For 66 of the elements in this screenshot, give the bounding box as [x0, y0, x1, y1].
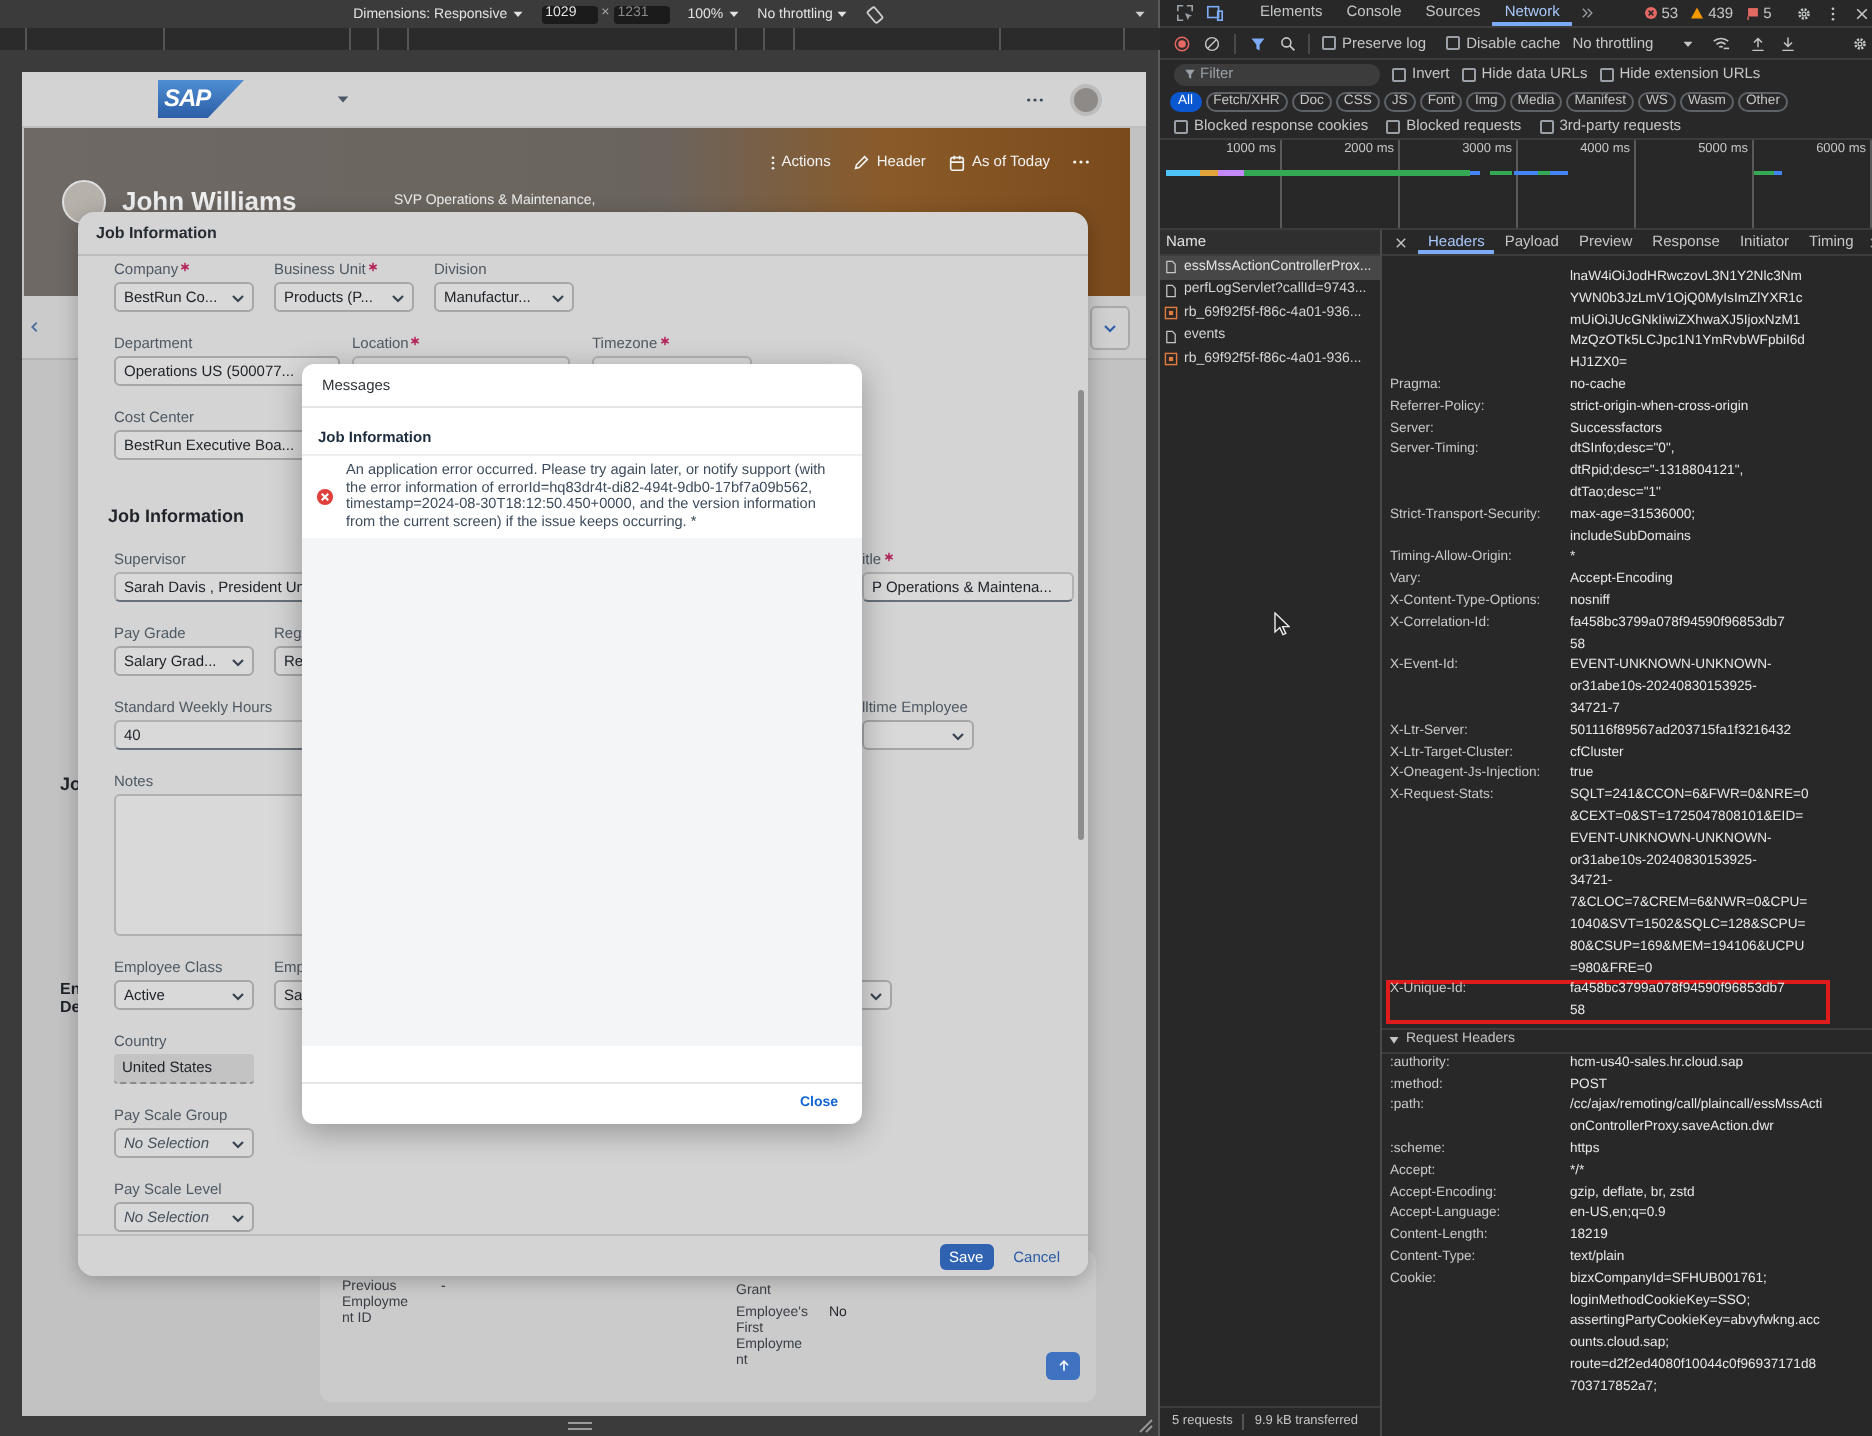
checkbox[interactable] [1539, 119, 1554, 133]
more-icon[interactable] [1026, 95, 1044, 103]
filter-icon [1184, 68, 1196, 80]
settings-icon[interactable] [1795, 5, 1812, 21]
chevron-down-icon [550, 289, 566, 305]
inspect-icon[interactable] [1176, 4, 1194, 22]
chevron-left-icon[interactable] [28, 320, 42, 334]
square-icon [1164, 352, 1178, 367]
caret-icon [836, 8, 849, 20]
chevron-down-icon [1102, 319, 1118, 335]
checkbox[interactable] [1446, 36, 1461, 50]
kebab-icon[interactable] [1829, 5, 1836, 21]
rotate-icon[interactable] [866, 5, 885, 23]
scrollbar-thumb[interactable] [1078, 390, 1084, 840]
chevron-down-icon [230, 1135, 246, 1151]
mouse-cursor-icon [1274, 612, 1290, 636]
caret-icon [727, 8, 740, 20]
section-heading: Job Information [108, 504, 244, 528]
checkbox[interactable] [1392, 67, 1406, 81]
caret-icon [1681, 37, 1694, 49]
download-icon[interactable] [1779, 35, 1796, 51]
filter-icon[interactable] [1250, 35, 1266, 51]
checkbox[interactable] [1599, 67, 1614, 81]
more-icon[interactable] [1072, 158, 1090, 166]
checkbox[interactable] [1461, 67, 1476, 81]
square-icon [1164, 306, 1178, 321]
chevron-down-icon [868, 987, 884, 1003]
resize-corner-icon[interactable] [1138, 1418, 1154, 1434]
flag-icon [1745, 6, 1760, 20]
chevron-down-icon [230, 653, 246, 669]
message-row[interactable] [302, 456, 862, 538]
close-icon[interactable] [1853, 5, 1870, 21]
close-icon[interactable] [1394, 235, 1408, 249]
clear-icon[interactable] [1204, 35, 1220, 51]
sap-logo[interactable]: SAP [158, 80, 244, 118]
dialog-title: Job Information [78, 212, 1088, 256]
more-tabs-icon[interactable] [1579, 6, 1594, 20]
checkbox[interactable] [1322, 36, 1336, 50]
caret-icon [511, 8, 524, 20]
checkbox[interactable] [1386, 119, 1401, 133]
resize-handle-icon[interactable] [567, 1420, 591, 1432]
chevron-down-icon [230, 289, 246, 305]
record-icon[interactable] [1174, 35, 1190, 51]
chevron-down-icon [230, 987, 246, 1003]
network-conditions-icon[interactable] [1711, 34, 1730, 52]
search-icon[interactable] [1280, 35, 1296, 51]
caret-icon[interactable] [336, 92, 350, 106]
employee-name: John Williams [122, 188, 299, 216]
error-icon [1643, 6, 1658, 20]
arrow-up-icon [1055, 1358, 1071, 1374]
caret-icon[interactable] [1134, 8, 1146, 20]
settings-icon[interactable] [1851, 35, 1868, 51]
chevron-down-icon [950, 727, 966, 743]
error-icon [316, 487, 334, 506]
pencil-icon [852, 153, 871, 171]
calendar-icon [947, 153, 966, 171]
checkbox[interactable] [1174, 119, 1188, 133]
chevron-down-icon [390, 289, 406, 305]
chevron-down-icon [230, 1209, 246, 1225]
warning-icon [1690, 6, 1705, 20]
device-icon[interactable] [1206, 4, 1224, 22]
document-icon [1164, 329, 1178, 344]
upload-icon[interactable] [1749, 35, 1766, 51]
triangle-down-icon [1388, 1034, 1400, 1047]
scroll-top-button[interactable] [1046, 1352, 1080, 1380]
kebab-icon [769, 153, 776, 171]
